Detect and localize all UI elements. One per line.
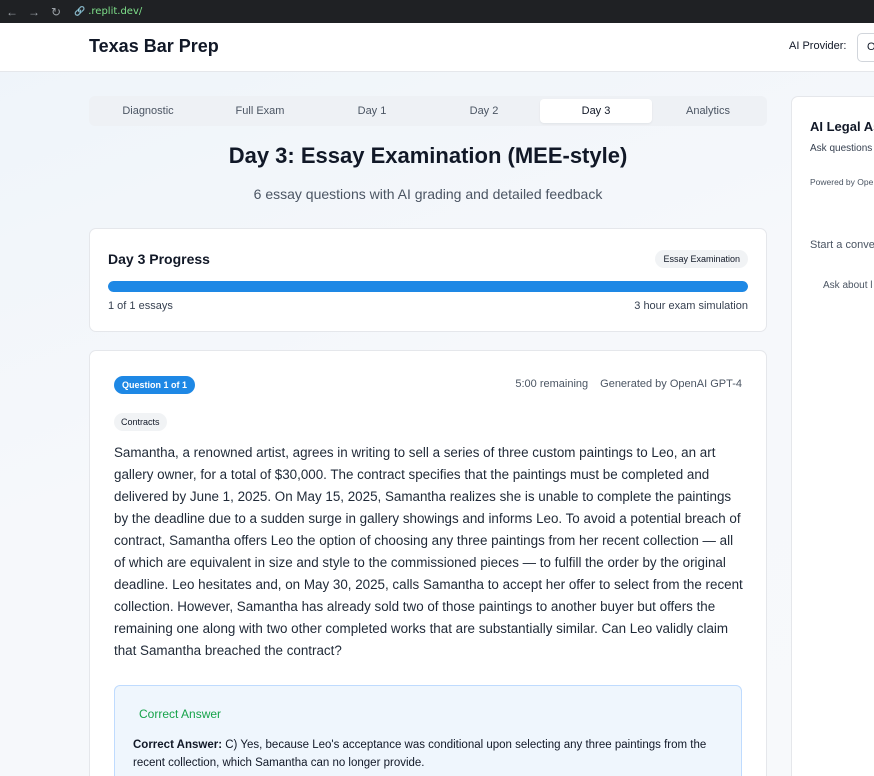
progress-title: Day 3 Progress [108, 251, 210, 267]
back-icon[interactable]: ← [6, 6, 18, 18]
page-title: Day 3: Essay Examination (MEE-style) [228, 143, 628, 168]
page-subtitle: 6 essay questions with AI grading and de… [253, 186, 603, 202]
tab-diagnostic[interactable]: Diagnostic [92, 99, 204, 123]
correct-answer-box: Correct Answer Correct Answer: C) Yes, b… [114, 685, 742, 776]
progress-bar-fill [108, 281, 748, 292]
url-text: .replit.dev/ [88, 6, 143, 17]
address-bar[interactable]: 🔗 .replit.dev/ [74, 6, 142, 17]
tab-day-1[interactable]: Day 1 [316, 99, 428, 123]
ai-start-prompt: Start a conve [810, 239, 874, 251]
progress-bar [108, 281, 748, 292]
tab-day-2[interactable]: Day 2 [428, 99, 540, 123]
ai-assistant-panel: AI Legal As Ask questions get study help… [791, 96, 874, 776]
reload-icon[interactable]: ↻ [50, 6, 62, 18]
progress-card: Day 3 Progress Essay Examination 1 of 1 … [89, 228, 767, 332]
question-card: Question 1 of 1 5:00 remaining Generated… [89, 350, 767, 776]
simulation-label: 3 hour exam simulation [634, 300, 748, 312]
app-header: Texas Bar Prep AI Provider: O [0, 23, 874, 72]
ai-panel-description: Ask questions get study help [810, 143, 874, 154]
time-remaining: 5:00 remaining [515, 378, 589, 390]
generated-by: Generated by OpenAI GPT-4 [600, 378, 742, 390]
topic-badge: Contracts [114, 413, 167, 431]
brand-title[interactable]: Texas Bar Prep [89, 36, 219, 57]
correct-answer-text: Correct Answer: C) Yes, because Leo's ac… [133, 736, 733, 772]
question-meta: 5:00 remaining Generated by OpenAI GPT-4 [515, 378, 742, 390]
link-icon: 🔗 [74, 6, 86, 16]
correct-answer-heading: Correct Answer [139, 707, 222, 721]
exam-type-badge: Essay Examination [655, 250, 748, 268]
question-number-badge: Question 1 of 1 [114, 376, 196, 394]
ai-panel-title: AI Legal As [810, 119, 874, 134]
ai-provider-select[interactable]: O [857, 33, 874, 62]
exam-tabs: Diagnostic Full Exam Day 1 Day 2 Day 3 A… [89, 96, 767, 126]
tab-day-3[interactable]: Day 3 [540, 99, 652, 123]
ai-hint-text: Ask about l strategies, o [823, 280, 874, 291]
ai-provider-label: AI Provider: [789, 40, 847, 52]
tab-analytics[interactable]: Analytics [652, 99, 764, 123]
tab-full-exam[interactable]: Full Exam [204, 99, 316, 123]
correct-answer-label: Correct Answer: [133, 739, 223, 751]
browser-toolbar: ← → ↻ 🔗 .replit.dev/ [0, 0, 874, 23]
question-text: Samantha, a renowned artist, agrees in w… [114, 445, 743, 658]
forward-icon[interactable]: → [28, 6, 40, 18]
ai-powered-by: Powered by Ope [810, 177, 874, 187]
essay-count: 1 of 1 essays [108, 300, 173, 312]
